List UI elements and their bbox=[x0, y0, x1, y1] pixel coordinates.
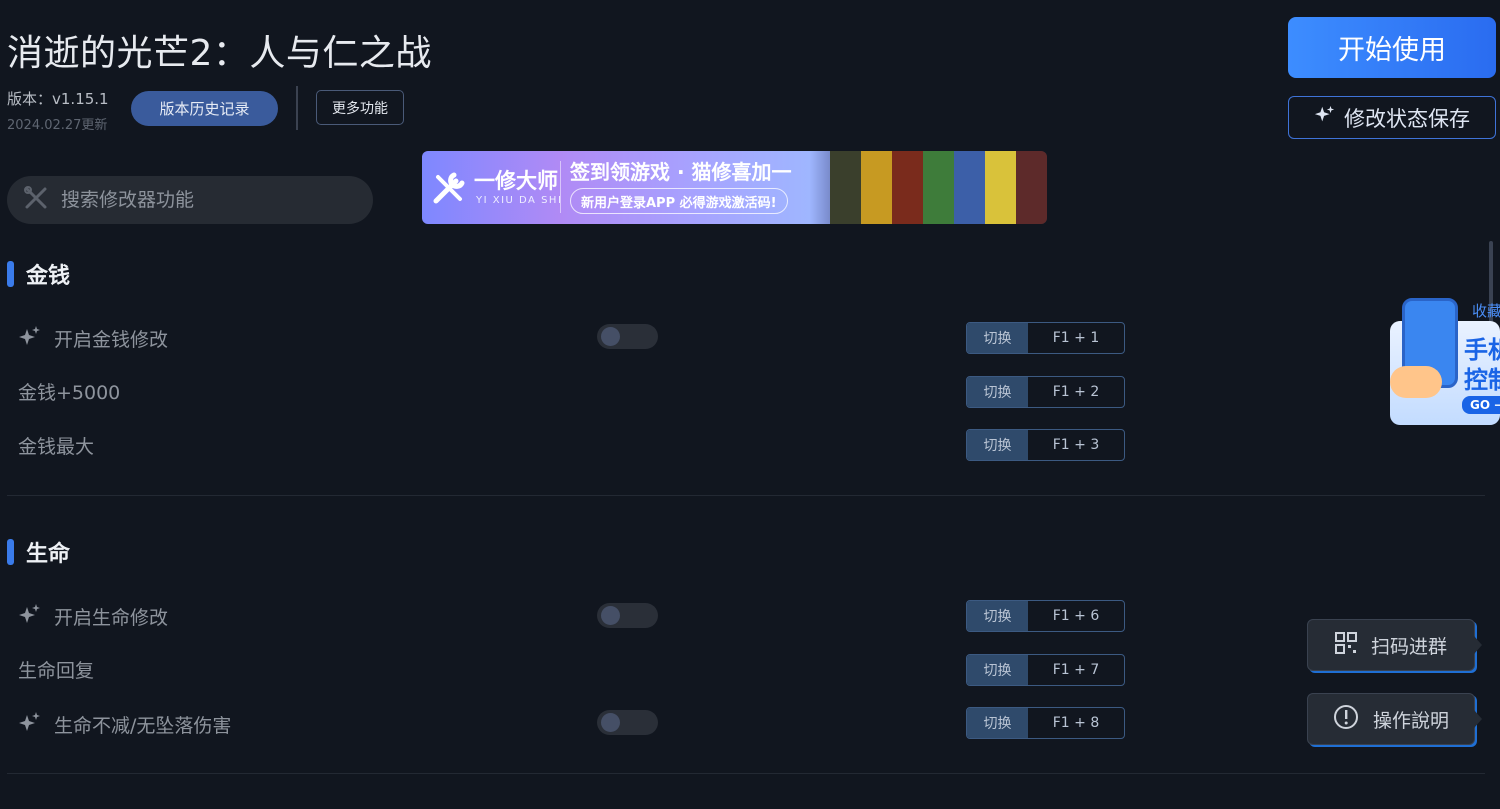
tools-icon bbox=[23, 185, 49, 215]
hotkey-button[interactable]: 切换 F1 + 2 bbox=[966, 376, 1125, 408]
hotkey-action: 切换 bbox=[967, 655, 1028, 685]
banner-headline: 签到领游戏 · 猫修喜加一 bbox=[570, 160, 792, 184]
hotkey-action: 切换 bbox=[967, 430, 1028, 460]
hotkey-key: F1 + 1 bbox=[1052, 330, 1100, 346]
cheat-label: 开启生命修改 bbox=[54, 607, 169, 629]
hotkey-button[interactable]: 切换 F1 + 8 bbox=[966, 707, 1125, 739]
cheat-label: 开启金钱修改 bbox=[54, 329, 169, 351]
banner-brand-pinyin: YI XIU DA SHI bbox=[476, 195, 563, 206]
section-divider bbox=[7, 773, 1485, 774]
toggle-knob bbox=[601, 606, 620, 625]
no-damage-toggle[interactable] bbox=[597, 710, 658, 735]
section-title-label: 生命 bbox=[26, 542, 71, 567]
version-history-button[interactable]: 版本历史记录 bbox=[131, 91, 278, 126]
cheat-label: 生命回复 bbox=[18, 660, 95, 682]
save-state-button[interactable]: 修改状态保存 bbox=[1288, 96, 1496, 139]
promo-line2: 控制 bbox=[1464, 366, 1500, 394]
cheat-row-label: 金钱最大 bbox=[18, 432, 94, 459]
cheat-row-label: 生命不减/无坠落伤害 bbox=[18, 710, 231, 739]
search-box[interactable] bbox=[7, 176, 373, 224]
cheat-label: 金钱+5000 bbox=[18, 382, 121, 404]
cheat-row-label: 金钱+5000 bbox=[18, 378, 120, 405]
cheat-label: 生命不减/无坠落伤害 bbox=[54, 715, 232, 737]
sparkle-icon bbox=[18, 324, 42, 353]
cheat-row-label: 开启生命修改 bbox=[18, 602, 168, 631]
cheat-row-label: 开启金钱修改 bbox=[18, 324, 168, 353]
info-icon bbox=[1333, 704, 1359, 735]
promo-top-text: 收藏 bbox=[1472, 302, 1500, 320]
hotkey-key: F1 + 2 bbox=[1052, 384, 1100, 400]
version-label: 版本：v1.15.1 bbox=[7, 90, 109, 108]
hotkey-button[interactable]: 切换 F1 + 7 bbox=[966, 654, 1125, 686]
cheat-row-label: 生命回复 bbox=[18, 656, 94, 683]
health-mod-toggle[interactable] bbox=[597, 603, 658, 628]
hotkey-action: 切换 bbox=[967, 377, 1028, 407]
hotkey-button[interactable]: 切换 F1 + 1 bbox=[966, 322, 1125, 354]
cheat-label: 金钱最大 bbox=[18, 436, 95, 458]
section-accent-bar bbox=[7, 261, 14, 287]
phone-control-promo[interactable]: 收藏 手机 控制 GO → bbox=[1388, 296, 1500, 427]
hotkey-action: 切换 bbox=[967, 708, 1028, 738]
hotkey-action: 切换 bbox=[967, 601, 1028, 631]
promo-go-button[interactable]: GO → bbox=[1462, 396, 1500, 414]
game-title: 消逝的光芒2：人与仁之战 bbox=[7, 33, 432, 74]
instructions-button[interactable]: 操作說明 bbox=[1307, 693, 1482, 745]
wrench-icon bbox=[433, 172, 465, 204]
hotkey-key: F1 + 7 bbox=[1052, 662, 1100, 678]
banner-subline: 新用户登录APP 必得游戏激活码! bbox=[570, 188, 788, 214]
section-divider bbox=[7, 495, 1485, 496]
scan-qr-label: 扫码进群 bbox=[1370, 635, 1447, 658]
toggle-knob bbox=[601, 713, 620, 732]
banner-game-art bbox=[830, 151, 1047, 224]
hotkey-key: F1 + 6 bbox=[1052, 608, 1100, 624]
money-mod-toggle[interactable] bbox=[597, 324, 658, 349]
section-title-label: 金钱 bbox=[26, 264, 71, 289]
save-state-label: 修改状态保存 bbox=[1344, 106, 1470, 131]
toggle-knob bbox=[601, 327, 620, 346]
hotkey-key: F1 + 3 bbox=[1052, 437, 1100, 453]
section-accent-bar bbox=[7, 539, 14, 565]
more-features-button[interactable]: 更多功能 bbox=[316, 90, 404, 125]
hotkey-button[interactable]: 切换 F1 + 6 bbox=[966, 600, 1125, 632]
header-divider bbox=[296, 86, 298, 130]
update-date: 2024.02.27更新 bbox=[7, 118, 108, 133]
section-title-health: 生命 bbox=[7, 536, 70, 568]
hotkey-button[interactable]: 切换 F1 + 3 bbox=[966, 429, 1125, 461]
promo-banner[interactable]: 一修大师 YI XIU DA SHI 签到领游戏 · 猫修喜加一 新用户登录AP… bbox=[422, 151, 1047, 224]
start-button[interactable]: 开始使用 bbox=[1288, 17, 1496, 78]
banner-separator bbox=[560, 161, 561, 213]
section-title-money: 金钱 bbox=[7, 258, 70, 290]
hand-icon bbox=[1390, 366, 1442, 398]
qr-code-icon bbox=[1334, 631, 1357, 659]
sparkle-icon bbox=[18, 710, 42, 739]
instructions-label: 操作說明 bbox=[1372, 709, 1449, 732]
scan-qr-group-button[interactable]: 扫码进群 bbox=[1307, 619, 1482, 671]
banner-logo: 一修大师 YI XIU DA SHI bbox=[430, 163, 565, 213]
sparkle-icon bbox=[18, 602, 42, 631]
banner-brand: 一修大师 bbox=[474, 169, 558, 193]
sparkle-icon bbox=[1314, 104, 1336, 131]
hotkey-key: F1 + 8 bbox=[1052, 715, 1100, 731]
search-input[interactable] bbox=[61, 189, 341, 211]
hotkey-action: 切换 bbox=[967, 323, 1028, 353]
